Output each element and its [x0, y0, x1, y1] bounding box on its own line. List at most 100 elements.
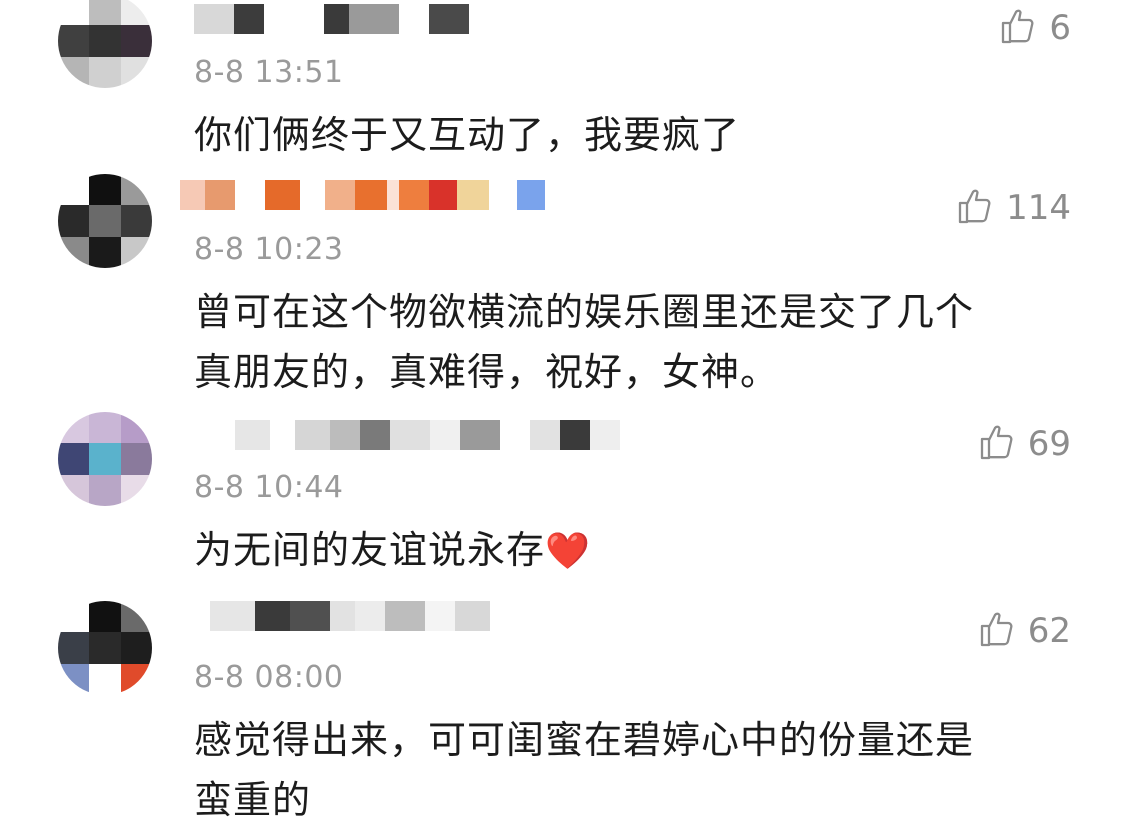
avatar-pixel [89, 236, 121, 268]
comment-item: 8-8 10:44 为无间的友谊说永存❤️ 69 [0, 410, 1123, 590]
avatar-pixel [120, 25, 152, 57]
thumbs-up-icon [978, 422, 1018, 466]
comment-text-line: 曾可在这个物欲横流的娱乐圈里还是交了几个 [194, 290, 975, 334]
username-pixel [390, 420, 430, 450]
username-pixel [530, 420, 560, 450]
username-pixel [235, 420, 270, 450]
username-pixel [355, 601, 385, 631]
comment-text: 感觉得出来，可可闺蜜在碧婷心中的份量还是 蛮重的 [194, 710, 1054, 830]
username-pixel [457, 180, 489, 210]
avatar-pixel [120, 56, 152, 88]
username-pixel [325, 180, 355, 210]
username-pixel [270, 420, 295, 450]
like-count: 69 [1027, 424, 1071, 464]
username-blurred[interactable] [210, 420, 620, 450]
comment-item: 8-8 13:51 你们俩终于又互动了，我要疯了 6 [0, 0, 1123, 170]
avatar-pixel [89, 663, 121, 695]
thumbs-up-icon [999, 6, 1039, 50]
username-pixel [517, 180, 545, 210]
username-pixel [590, 420, 620, 450]
avatar-pixel [58, 205, 90, 237]
like-button[interactable]: 6 [999, 6, 1071, 50]
username-pixel [429, 4, 469, 34]
avatar-pixel [120, 236, 152, 268]
avatar-pixel [89, 601, 121, 633]
avatar-pixel [120, 663, 152, 695]
username-pixel [355, 180, 387, 210]
comment-item: 8-8 10:23 曾可在这个物欲横流的娱乐圈里还是交了几个 真朋友的，真难得，… [0, 170, 1123, 410]
thumbs-up-icon [978, 609, 1018, 653]
username-pixel [235, 180, 265, 210]
comment-text-line: 蛮重的 [194, 778, 312, 822]
username-pixel [429, 180, 457, 210]
heart-emoji: ❤️ [545, 531, 591, 572]
username-pixel [180, 180, 205, 210]
avatar-pixel [58, 474, 90, 506]
username-pixel [399, 4, 429, 34]
avatar-pixel [58, 632, 90, 664]
avatar-pixel [58, 174, 90, 206]
avatar-pixel [120, 601, 152, 633]
avatar-pixel [89, 632, 121, 664]
avatar-pixel [58, 25, 90, 57]
username-pixel [430, 420, 460, 450]
avatar-pixel [89, 174, 121, 206]
avatar[interactable] [58, 0, 152, 88]
avatar-pixel [89, 56, 121, 88]
comment-text: 曾可在这个物欲横流的娱乐圈里还是交了几个 真朋友的，真难得，祝好，女神。 [194, 282, 1054, 402]
avatar-pixel [120, 0, 152, 26]
avatar-pixel [58, 236, 90, 268]
avatar-pixel [89, 443, 121, 475]
username-pixel [425, 601, 455, 631]
avatar-pixel [120, 474, 152, 506]
username-pixel [330, 601, 355, 631]
username-pixel [489, 180, 517, 210]
avatar-pixel [89, 205, 121, 237]
comment-item: 8-8 08:00 感觉得出来，可可闺蜜在碧婷心中的份量还是 蛮重的 62 [0, 595, 1123, 831]
avatar-pixel [120, 174, 152, 206]
avatar-pixel [89, 0, 121, 26]
comment-text: 为无间的友谊说永存❤️ [194, 520, 1054, 582]
username-pixel [295, 420, 330, 450]
avatar-pixel [89, 474, 121, 506]
username-pixel [330, 420, 360, 450]
avatar-pixel [120, 412, 152, 444]
comment-text-line: 感觉得出来，可可闺蜜在碧婷心中的份量还是 [194, 718, 975, 762]
username-blurred[interactable] [180, 180, 545, 210]
like-button[interactable]: 114 [956, 186, 1071, 230]
username-pixel [265, 180, 300, 210]
username-pixel [399, 180, 429, 210]
like-count: 114 [1006, 188, 1071, 228]
avatar-pixel [58, 56, 90, 88]
username-pixel [194, 4, 234, 34]
username-pixel [210, 420, 235, 450]
username-pixel [360, 420, 390, 450]
thumbs-up-icon [956, 186, 996, 230]
username-pixel [264, 4, 324, 34]
username-pixel [349, 4, 399, 34]
username-blurred[interactable] [210, 601, 490, 631]
like-button[interactable]: 62 [978, 609, 1071, 653]
username-pixel [387, 180, 399, 210]
username-pixel [560, 420, 590, 450]
username-pixel [234, 4, 264, 34]
avatar-pixel [120, 205, 152, 237]
username-pixel [324, 4, 349, 34]
avatar[interactable] [58, 601, 152, 695]
username-pixel [210, 601, 255, 631]
comment-time: 8-8 10:23 [194, 232, 344, 267]
avatar-pixel [58, 443, 90, 475]
avatar-pixel [58, 0, 90, 26]
like-button[interactable]: 69 [978, 422, 1071, 466]
username-blurred[interactable] [194, 4, 469, 34]
comment-text-body: 为无间的友谊说永存 [194, 528, 546, 572]
avatar[interactable] [58, 412, 152, 506]
avatar[interactable] [58, 174, 152, 268]
username-pixel [460, 420, 500, 450]
avatar-pixel [89, 25, 121, 57]
username-pixel [300, 180, 325, 210]
avatar-pixel [58, 412, 90, 444]
comment-time: 8-8 08:00 [194, 660, 344, 695]
like-count: 62 [1027, 611, 1071, 651]
avatar-pixel [58, 663, 90, 695]
